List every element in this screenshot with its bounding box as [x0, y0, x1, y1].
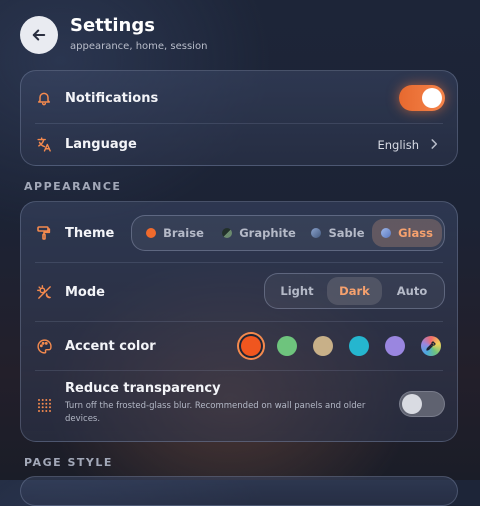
- mode-label: Mode: [65, 285, 105, 300]
- notifications-toggle[interactable]: [399, 85, 445, 111]
- theme-swatch: [146, 228, 157, 238]
- page-title: Settings: [70, 15, 155, 36]
- reduce-transparency-label: Reduce transparency: [65, 381, 221, 396]
- mode-option-light[interactable]: Light: [269, 277, 325, 305]
- reduce-transparency-description: Turn off the frosted-glass blur. Recomme…: [65, 401, 366, 424]
- language-label: Language: [65, 137, 137, 152]
- notifications-row[interactable]: Notifications: [21, 71, 457, 123]
- theme-swatch: [381, 228, 392, 238]
- accent-swatch-selected[interactable]: [241, 336, 261, 356]
- palette-icon: [35, 337, 53, 355]
- back-button[interactable]: [20, 16, 58, 54]
- dot-grid-icon: [35, 396, 53, 414]
- mode-segmented-control: Light Dark Auto: [264, 273, 445, 309]
- page-subtitle: appearance, home, session: [70, 41, 208, 52]
- accent-swatch[interactable]: [277, 336, 297, 356]
- language-value: English: [377, 138, 419, 152]
- eyedropper-icon: [426, 341, 436, 351]
- custom-accent-button[interactable]: [421, 336, 441, 356]
- theme-swatch: [311, 228, 322, 238]
- reduce-transparency-row: Reduce transparency Turn off the frosted…: [21, 371, 457, 441]
- appearance-section-label: APPEARANCE: [24, 180, 122, 193]
- accent-swatch[interactable]: [349, 336, 369, 356]
- theme-option-sable[interactable]: Sable: [304, 219, 372, 247]
- page-style-section-label: PAGE STYLE: [24, 456, 113, 469]
- toggle-knob: [402, 394, 422, 414]
- theme-row: Theme Braise Graphite Sable Glass: [21, 202, 457, 262]
- accent-swatch[interactable]: [313, 336, 333, 356]
- general-card: Notifications Language English: [20, 70, 458, 166]
- reduce-transparency-toggle[interactable]: [399, 391, 445, 417]
- mode-row: Mode Light Dark Auto: [21, 263, 457, 321]
- paint-roller-icon: [35, 224, 53, 242]
- accent-color-row: Accent color: [21, 322, 457, 370]
- chevron-right-icon: [431, 139, 438, 149]
- language-row[interactable]: Language English: [21, 124, 457, 166]
- theme-option-braise[interactable]: Braise: [136, 219, 214, 247]
- arrow-left-icon: [32, 29, 46, 41]
- translate-icon: [35, 135, 53, 153]
- accent-color-label: Accent color: [65, 339, 156, 354]
- appearance-card: Theme Braise Graphite Sable Glass Mode L…: [20, 201, 458, 442]
- notifications-label: Notifications: [65, 91, 159, 106]
- accent-swatch[interactable]: [385, 336, 405, 356]
- theme-option-graphite[interactable]: Graphite: [214, 219, 304, 247]
- mode-option-dark[interactable]: Dark: [327, 277, 382, 305]
- toggle-knob: [422, 88, 442, 108]
- bell-icon: [35, 89, 53, 107]
- theme-option-glass[interactable]: Glass: [372, 219, 442, 247]
- page-style-card: [20, 476, 458, 506]
- theme-toggle-icon: [35, 283, 53, 301]
- theme-segmented-control: Braise Graphite Sable Glass: [131, 215, 445, 251]
- theme-swatch: [222, 228, 233, 238]
- theme-label: Theme: [65, 226, 115, 241]
- mode-option-auto[interactable]: Auto: [384, 277, 440, 305]
